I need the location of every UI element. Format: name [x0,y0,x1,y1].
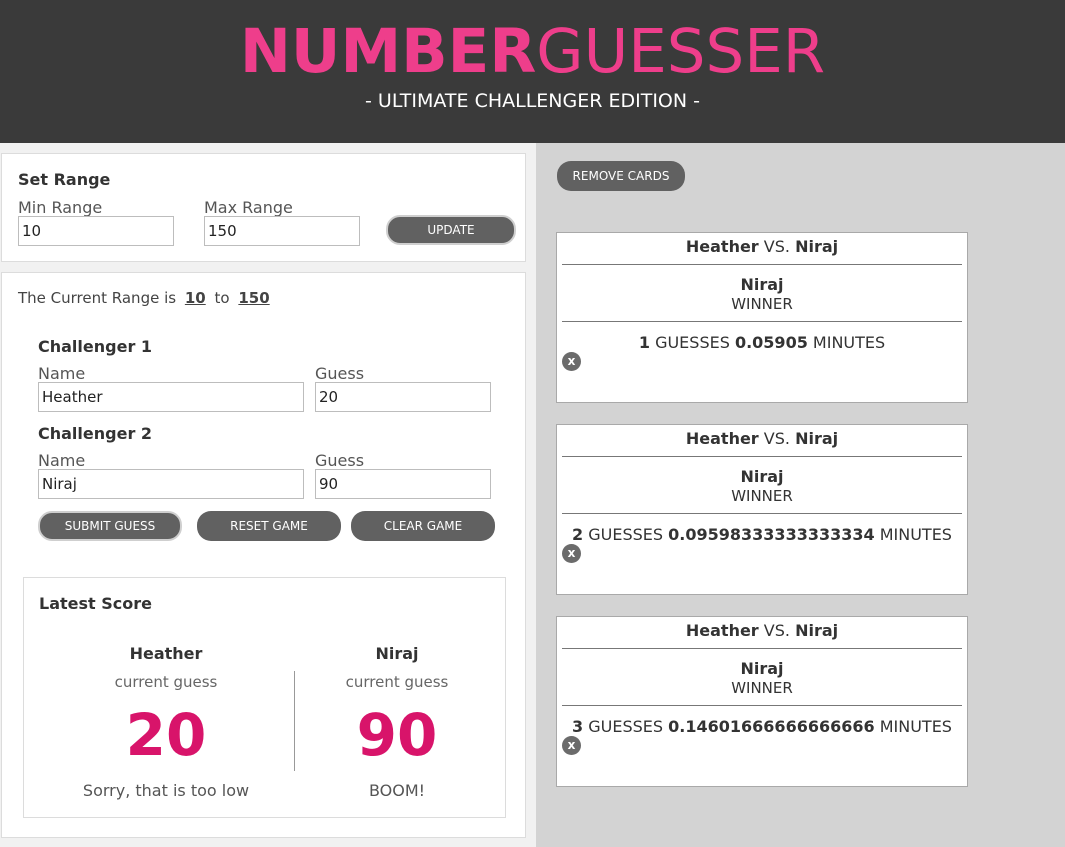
close-card-icon[interactable]: x [562,736,581,755]
card-vs-label: VS. [763,621,790,640]
card-player1: Heather [685,621,759,640]
title-bold: NUMBER [239,16,537,87]
card-minutes: 0.09598333333333334 [668,525,875,544]
score-divider [294,671,295,771]
card-divider [562,321,962,322]
card-winner-label: WINNER [731,295,793,313]
card-matchup: Heather VS. Niraj [557,429,967,448]
card-guesses: 2 [572,525,584,544]
card-stats: 3 GUESSES 0.14601666666666666 MINUTES [557,717,967,736]
challenger2-name-input[interactable] [38,469,304,499]
challenger2-heading: Challenger 2 [38,424,153,443]
score-left-sub: current guess [114,673,218,691]
card-matchup: Heather VS. Niraj [557,237,967,256]
challenger-panel: The Current Range is 10 to 150 Challenge… [1,272,526,838]
clear-game-button[interactable]: CLEAR GAME [351,511,495,541]
result-card: Heather VS. Niraj Niraj WINNER 1 GUESSES… [556,232,968,403]
card-matchup: Heather VS. Niraj [557,621,967,640]
card-winner-name: Niraj [740,275,784,294]
card-winner-label: WINNER [731,487,793,505]
set-range-heading: Set Range [18,170,111,189]
card-minutes: 0.05905 [734,333,808,352]
result-card: Heather VS. Niraj Niraj WINNER 3 GUESSES… [556,616,968,787]
challenger1-name-label: Name [38,364,86,383]
app-title: NUMBERGUESSER [0,20,1065,84]
card-stats: 2 GUESSES 0.09598333333333334 MINUTES [557,525,967,544]
set-range-panel: Set Range Min Range Max Range UPDATE [1,153,526,262]
card-winner-name: Niraj [740,467,784,486]
card-minutes-label: MINUTES [879,525,952,544]
card-guesses-label: GUESSES [588,525,664,544]
reset-game-button[interactable]: RESET GAME [197,511,341,541]
score-left-message: Sorry, that is too low [82,781,250,800]
results-column: REMOVE CARDS Heather VS. Niraj Niraj WIN… [536,143,1065,847]
close-card-icon[interactable]: x [562,352,581,371]
min-range-input[interactable] [18,216,174,246]
current-range: The Current Range is 10 to 150 [18,289,274,307]
score-right-sub: current guess [345,673,449,691]
max-range-input[interactable] [204,216,360,246]
card-winner-name: Niraj [740,659,784,678]
current-range-prefix: The Current Range is [18,289,177,307]
score-left-name: Heather [129,644,203,663]
card-minutes-label: MINUTES [879,717,952,736]
card-divider [562,456,962,457]
score-right-name: Niraj [375,644,419,663]
card-guesses-label: GUESSES [588,717,664,736]
card-player1: Heather [685,429,759,448]
score-right-value: 90 [356,701,438,769]
challenger2-guess-input[interactable] [315,469,491,499]
remove-cards-button[interactable]: REMOVE CARDS [557,161,685,191]
submit-guess-button[interactable]: SUBMIT GUESS [38,511,182,541]
card-guesses-label: GUESSES [655,333,730,352]
min-range-label: Min Range [18,198,103,217]
card-guesses: 1 [638,333,650,352]
update-button[interactable]: UPDATE [386,215,516,245]
card-divider [562,513,962,514]
challenger2-guess-label: Guess [315,451,365,470]
card-player2: Niraj [795,621,839,640]
challenger2-name-label: Name [38,451,86,470]
card-minutes: 0.14601666666666666 [668,717,875,736]
score-left-value: 20 [125,701,207,769]
title-light: GUESSER [536,16,826,87]
close-card-icon[interactable]: x [562,544,581,563]
current-range-to: to [214,289,230,307]
max-range-label: Max Range [204,198,293,217]
card-divider [562,648,962,649]
app-subtitle: - ULTIMATE CHALLENGER EDITION - [365,90,700,112]
score-right: Niraj current guess 90 BOOM! [297,644,497,800]
card-player2: Niraj [795,429,839,448]
card-vs-label: VS. [763,429,790,448]
challenger1-guess-input[interactable] [315,382,491,412]
card-stats: 1 GUESSES 0.05905 MINUTES [557,333,967,352]
card-guesses: 3 [572,717,584,736]
challenger1-guess-label: Guess [315,364,365,383]
card-minutes-label: MINUTES [812,333,886,352]
card-divider [562,264,962,265]
challenger1-name-input[interactable] [38,382,304,412]
card-player2: Niraj [795,237,839,256]
current-range-max: 150 [238,289,270,307]
card-vs-label: VS. [763,237,790,256]
score-left: Heather current guess 20 Sorry, that is … [66,644,266,800]
current-range-min: 10 [184,289,206,307]
card-winner-label: WINNER [731,679,793,697]
result-card: Heather VS. Niraj Niraj WINNER 2 GUESSES… [556,424,968,595]
latest-score-heading: Latest Score [39,594,152,613]
page-header: NUMBERGUESSER - ULTIMATE CHALLENGER EDIT… [0,0,1065,143]
card-divider [562,705,962,706]
latest-score-box: Latest Score Heather current guess 20 So… [23,577,506,818]
score-right-message: BOOM! [368,781,426,800]
card-player1: Heather [685,237,759,256]
challenger1-heading: Challenger 1 [38,337,153,356]
